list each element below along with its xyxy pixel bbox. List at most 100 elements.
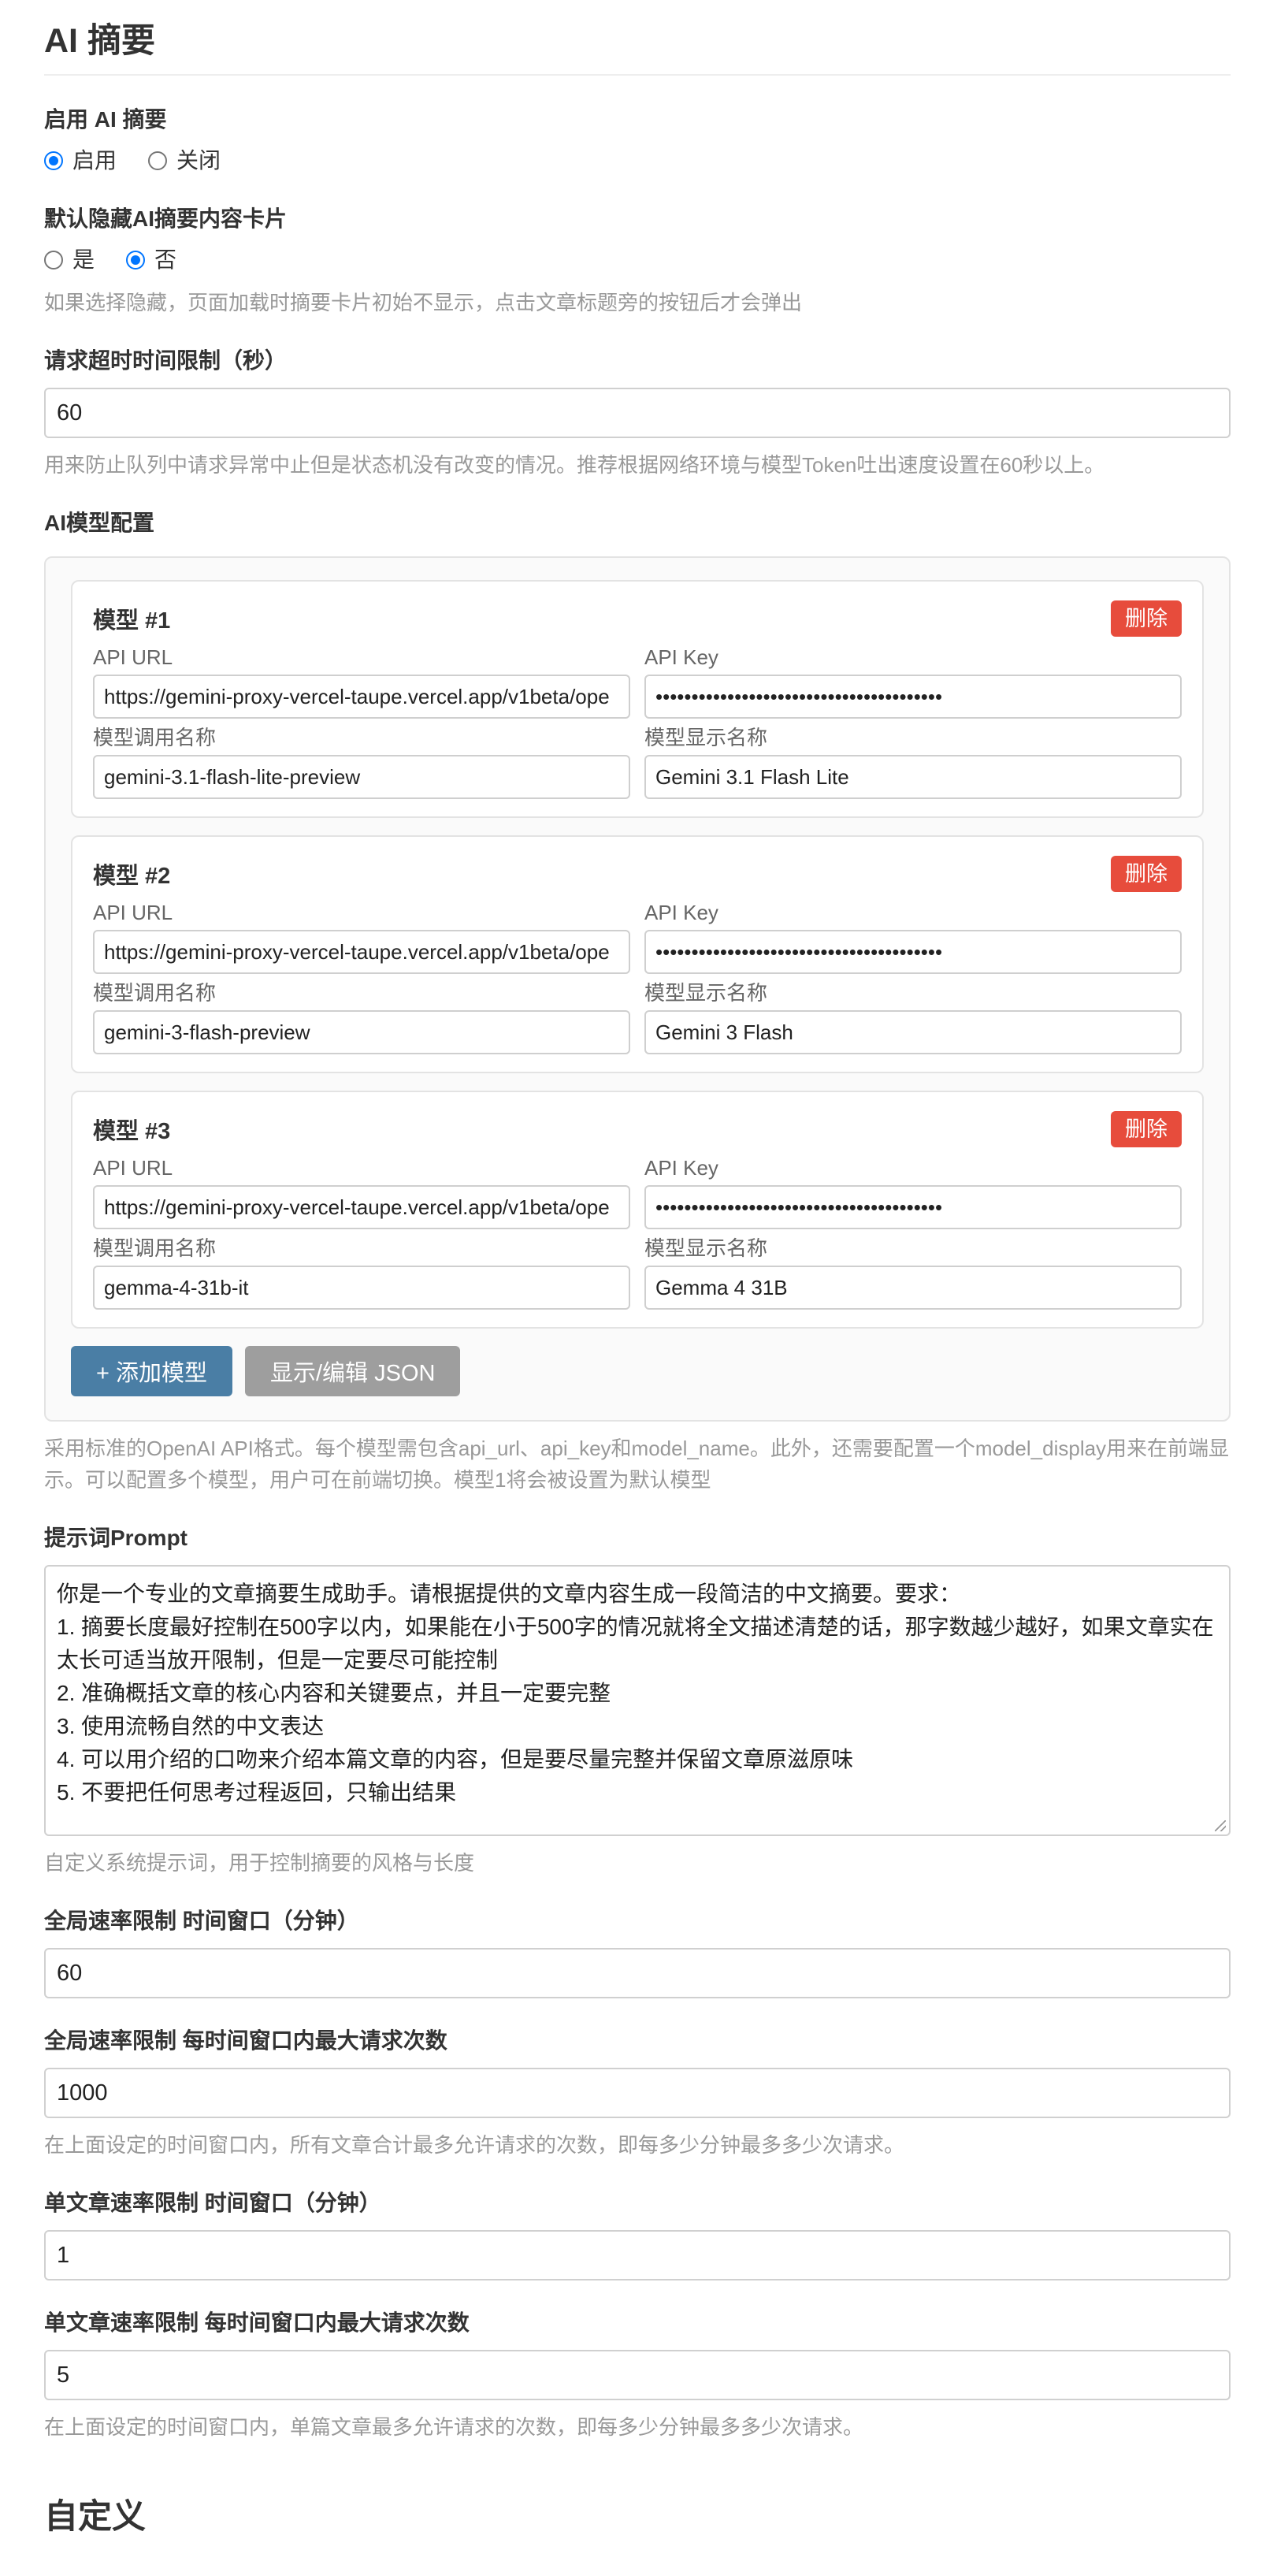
radio-hide-yes-dot[interactable] <box>44 251 63 269</box>
model-name-label: 模型调用名称 <box>93 1236 217 1260</box>
model-title: 模型 #1 <box>93 608 171 634</box>
global-window-label: 全局速率限制 时间窗口（分钟） <box>44 1909 359 1933</box>
section-title-custom: 自定义 <box>44 2498 146 2536</box>
api-key-input[interactable]: •••••••••••••••••••••••••••••••••••••••• <box>644 930 1182 974</box>
model-name-label: 模型调用名称 <box>93 981 217 1005</box>
models-container: 模型 #1 删除 API URL https://gemini-proxy-ve… <box>44 556 1231 1422</box>
article-window-label: 单文章速率限制 时间窗口（分钟） <box>44 2191 381 2215</box>
timeout-field: 请求超时时间限制（秒） 60 用来防止队列中请求异常中止但是状态机没有改变的情况… <box>44 345 1231 481</box>
api-url-label: API URL <box>93 1156 173 1180</box>
model-fields-grid: API URL https://gemini-proxy-vercel-taup… <box>93 638 1182 799</box>
timeout-label: 请求超时时间限制（秒） <box>44 348 288 373</box>
prompt-hint: 自定义系统提示词，用于控制摘要的风格与长度 <box>44 1851 475 1875</box>
model-title: 模型 #3 <box>93 1119 171 1144</box>
models-hint: 采用标准的OpenAI API格式。每个模型需包含api_url、api_key… <box>44 1437 1230 1492</box>
article-max-hint: 在上面设定的时间窗口内，单篇文章最多允许请求的次数，即每多少分钟最多多少次请求。 <box>44 2415 864 2439</box>
global-max-hint: 在上面设定的时间窗口内，所有文章合计最多允许请求的次数，即每多少分钟最多多少次请… <box>44 2133 905 2157</box>
add-model-button[interactable]: + 添加模型 <box>71 1346 232 1396</box>
prompt-text: 你是一个专业的文章摘要生成助手。请根据提供的文章内容生成一段简洁的中文摘要。要求… <box>57 1582 1214 1805</box>
api-key-label: API Key <box>644 901 718 924</box>
api-url-label: API URL <box>93 645 173 669</box>
radio-hide-yes[interactable]: 是 <box>44 244 95 276</box>
radio-hide-no[interactable]: 否 <box>126 244 176 276</box>
model-name-input[interactable]: gemini-3.1-flash-lite-preview <box>93 755 630 799</box>
display-name-label: 模型显示名称 <box>644 981 768 1005</box>
model-name-group: 模型调用名称 gemini-3.1-flash-lite-preview <box>93 719 630 799</box>
api-url-group: API URL https://gemini-proxy-vercel-taup… <box>93 1149 630 1229</box>
display-name-input[interactable]: Gemini 3 Flash <box>644 1010 1182 1054</box>
model-fields-grid: API URL https://gemini-proxy-vercel-taup… <box>93 1149 1182 1310</box>
model-card-header: 模型 #3 删除 <box>93 1110 1182 1149</box>
prompt-label: 提示词Prompt <box>44 1526 188 1550</box>
model-name-label: 模型调用名称 <box>93 726 217 749</box>
api-url-input[interactable]: https://gemini-proxy-vercel-taupe.vercel… <box>93 930 630 974</box>
timeout-hint: 用来防止队列中请求异常中止但是状态机没有改变的情况。推荐根据网络环境与模型Tok… <box>44 453 1105 477</box>
radio-disable[interactable]: 关闭 <box>148 145 221 177</box>
api-url-input[interactable]: https://gemini-proxy-vercel-taupe.vercel… <box>93 675 630 719</box>
display-name-group: 模型显示名称 Gemini 3 Flash <box>644 974 1182 1054</box>
model-card-header: 模型 #2 删除 <box>93 854 1182 894</box>
model-card-header: 模型 #1 删除 <box>93 599 1182 638</box>
prompt-textarea[interactable]: 你是一个专业的文章摘要生成助手。请根据提供的文章内容生成一段简洁的中文摘要。要求… <box>44 1565 1231 1836</box>
delete-model-button[interactable]: 删除 <box>1111 1111 1182 1147</box>
api-key-label: API Key <box>644 1156 718 1180</box>
section-title-ai-summary: AI 摘要 <box>44 0 1231 76</box>
display-name-group: 模型显示名称 Gemma 4 31B <box>644 1229 1182 1310</box>
global-window-field: 全局速率限制 时间窗口（分钟） 60 <box>44 1905 1231 1998</box>
model-card-2: 模型 #2 删除 API URL https://gemini-proxy-ve… <box>71 835 1204 1073</box>
model-title: 模型 #2 <box>93 864 171 889</box>
radio-hide-yes-label: 是 <box>72 247 95 272</box>
radio-enable-label: 启用 <box>72 148 117 173</box>
radio-hide-no-dot[interactable] <box>126 251 146 269</box>
display-name-label: 模型显示名称 <box>644 1236 768 1260</box>
models-actions: + 添加模型 显示/编辑 JSON <box>71 1346 1204 1396</box>
hide-card-label: 默认隐藏AI摘要内容卡片 <box>44 206 288 231</box>
model-name-input[interactable]: gemma-4-31b-it <box>93 1266 630 1310</box>
model-name-group: 模型调用名称 gemma-4-31b-it <box>93 1229 630 1310</box>
models-field: AI模型配置 模型 #1 删除 API URL https://gemini-p… <box>44 507 1231 1496</box>
prompt-field: 提示词Prompt 你是一个专业的文章摘要生成助手。请根据提供的文章内容生成一段… <box>44 1522 1231 1879</box>
model-fields-grid: API URL https://gemini-proxy-vercel-taup… <box>93 894 1182 1054</box>
api-key-label: API Key <box>644 645 718 669</box>
article-max-label: 单文章速率限制 每时间窗口内最大请求次数 <box>44 2310 470 2335</box>
api-url-group: API URL https://gemini-proxy-vercel-taup… <box>93 638 630 719</box>
resize-handle-icon[interactable] <box>1215 1820 1226 1831</box>
radio-disable-dot[interactable] <box>148 151 168 170</box>
model-name-group: 模型调用名称 gemini-3-flash-preview <box>93 974 630 1054</box>
radio-hide-no-label: 否 <box>154 247 177 272</box>
article-max-field: 单文章速率限制 每时间窗口内最大请求次数 5 在上面设定的时间窗口内，单篇文章最… <box>44 2307 1231 2443</box>
api-key-group: API Key ••••••••••••••••••••••••••••••••… <box>644 1149 1182 1229</box>
api-key-input[interactable]: •••••••••••••••••••••••••••••••••••••••• <box>644 675 1182 719</box>
display-name-input[interactable]: Gemma 4 31B <box>644 1266 1182 1310</box>
display-name-input[interactable]: Gemini 3.1 Flash Lite <box>644 755 1182 799</box>
api-url-label: API URL <box>93 901 173 924</box>
edit-json-button[interactable]: 显示/编辑 JSON <box>245 1346 461 1396</box>
global-window-input[interactable]: 60 <box>44 1948 1231 1998</box>
settings-panel: AI 摘要 启用 AI 摘要 启用 关闭 默认隐藏AI摘要内容卡片 是 否 如果… <box>44 0 1231 2539</box>
hide-card-field: 默认隐藏AI摘要内容卡片 是 否 如果选择隐藏，页面加载时摘要卡片初始不显示，点… <box>44 203 1231 318</box>
radio-enable[interactable]: 启用 <box>44 145 117 177</box>
article-window-input[interactable]: 1 <box>44 2230 1231 2280</box>
global-max-input[interactable]: 1000 <box>44 2068 1231 2118</box>
api-key-group: API Key ••••••••••••••••••••••••••••••••… <box>644 894 1182 974</box>
global-max-field: 全局速率限制 每时间窗口内最大请求次数 1000 在上面设定的时间窗口内，所有文… <box>44 2025 1231 2161</box>
models-label: AI模型配置 <box>44 511 155 535</box>
model-name-input[interactable]: gemini-3-flash-preview <box>93 1010 630 1054</box>
delete-model-button[interactable]: 删除 <box>1111 600 1182 637</box>
display-name-label: 模型显示名称 <box>644 726 768 749</box>
api-url-input[interactable]: https://gemini-proxy-vercel-taupe.vercel… <box>93 1185 630 1229</box>
enable-ai-summary-field: 启用 AI 摘要 启用 关闭 <box>44 104 1231 177</box>
article-window-field: 单文章速率限制 时间窗口（分钟） 1 <box>44 2188 1231 2280</box>
model-card-1: 模型 #1 删除 API URL https://gemini-proxy-ve… <box>71 580 1204 818</box>
api-key-input[interactable]: •••••••••••••••••••••••••••••••••••••••• <box>644 1185 1182 1229</box>
radio-enable-dot[interactable] <box>44 151 63 170</box>
enable-ai-summary-radio-group: 启用 关闭 <box>44 145 1231 177</box>
api-url-group: API URL https://gemini-proxy-vercel-taup… <box>93 894 630 974</box>
radio-disable-label: 关闭 <box>176 148 221 173</box>
article-max-input[interactable]: 5 <box>44 2350 1231 2400</box>
delete-model-button[interactable]: 删除 <box>1111 856 1182 892</box>
timeout-input[interactable]: 60 <box>44 388 1231 438</box>
global-max-label: 全局速率限制 每时间窗口内最大请求次数 <box>44 2028 447 2053</box>
enable-ai-summary-label: 启用 AI 摘要 <box>44 107 167 132</box>
model-card-3: 模型 #3 删除 API URL https://gemini-proxy-ve… <box>71 1091 1204 1329</box>
